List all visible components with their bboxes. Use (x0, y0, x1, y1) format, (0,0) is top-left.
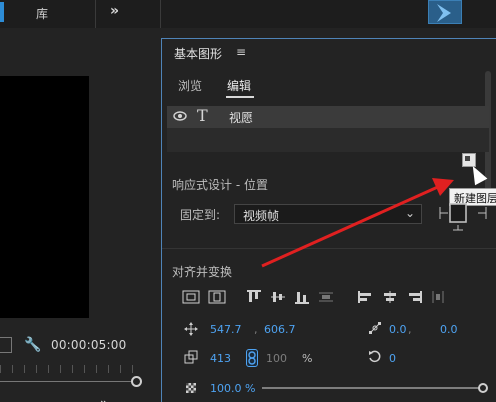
align-horizontal-center-icon[interactable] (208, 290, 226, 306)
tab-library[interactable]: 库 (36, 5, 48, 22)
align-center-icon[interactable] (382, 290, 398, 306)
align-bottom-icon[interactable] (294, 290, 310, 306)
scale-unit: % (302, 352, 313, 365)
distribute-horizontal-icon[interactable] (430, 290, 446, 306)
comma-separator: , (254, 323, 258, 336)
video-preview (0, 76, 89, 318)
active-tab-indicator (226, 96, 254, 98)
opacity-icon (186, 383, 196, 393)
opacity-value[interactable]: 100.0 % (210, 382, 255, 395)
pin-edges-widget[interactable] (438, 199, 488, 231)
scale-value[interactable]: 413 (210, 352, 231, 365)
zoom-select[interactable] (0, 337, 12, 353)
anchor-y-value[interactable]: 0.0 (440, 323, 458, 336)
scale-height-value: 100 (266, 352, 287, 365)
tab-browse[interactable]: 浏览 (178, 77, 202, 94)
align-top-icon[interactable] (246, 290, 262, 306)
layer-name[interactable]: 视愿 (229, 109, 253, 126)
panel-indicator (0, 2, 4, 22)
align-middle-icon[interactable] (270, 290, 286, 306)
align-left-icon[interactable] (358, 290, 374, 306)
anchor-x-value[interactable]: 0.0 (389, 323, 407, 336)
eye-icon[interactable] (173, 110, 187, 124)
align-vertical-center-icon[interactable] (182, 290, 200, 306)
opacity-slider[interactable] (262, 387, 484, 389)
text-layer-icon: T (197, 106, 208, 125)
layer-row[interactable]: T 视愿 (167, 106, 489, 128)
position-x-value[interactable]: 547.7 (210, 323, 242, 336)
rotation-value[interactable]: 0 (389, 352, 396, 365)
anchor-point-icon (368, 321, 382, 338)
top-bar: 库 » (0, 0, 496, 28)
opacity-slider-handle[interactable] (478, 383, 488, 393)
scrub-bar[interactable] (0, 381, 136, 382)
app-logo (428, 0, 462, 24)
tab-separator (95, 0, 96, 28)
pin-to-label: 固定到: (180, 208, 221, 222)
section-divider (162, 248, 496, 249)
pin-to-select[interactable]: 视频帧 ⌄ (234, 204, 422, 224)
timecode-display: 00:00:05:00 (51, 338, 127, 352)
double-chevron-right-icon[interactable]: » (110, 3, 119, 19)
program-monitor-panel: 🔧 00:00:05:00 » + (0, 28, 156, 402)
panel-title: 基本图形 (174, 47, 223, 61)
tab-edit[interactable]: 编辑 (227, 77, 251, 94)
rotation-icon (368, 349, 382, 366)
position-icon (184, 322, 198, 339)
distribute-vertical-icon[interactable] (318, 290, 334, 306)
align-transform-label: 对齐并变换 (172, 265, 233, 279)
panel-menu-icon[interactable]: ≡ (236, 45, 246, 59)
essential-graphics-panel: 基本图形 ≡ 浏览 编辑 T 视愿 新建图层 响应式设计 - 位置 固定到: 视… (161, 38, 496, 402)
wrench-icon[interactable]: 🔧 (24, 337, 41, 353)
scale-icon (184, 350, 198, 367)
layer-list-empty-area (167, 128, 489, 152)
chevron-down-icon: ⌄ (404, 206, 415, 220)
double-chevron-right-icon[interactable]: » (100, 396, 108, 402)
align-right-icon[interactable] (406, 290, 422, 306)
responsive-design-label: 响应式设计 - 位置 (172, 178, 268, 192)
comma-separator: , (408, 323, 412, 336)
tab-separator (160, 0, 161, 28)
pin-to-value: 视频帧 (243, 209, 280, 223)
position-y-value[interactable]: 606.7 (264, 323, 296, 336)
scrub-handle[interactable] (131, 376, 142, 387)
link-icon[interactable] (246, 349, 258, 367)
time-ruler (0, 365, 136, 373)
